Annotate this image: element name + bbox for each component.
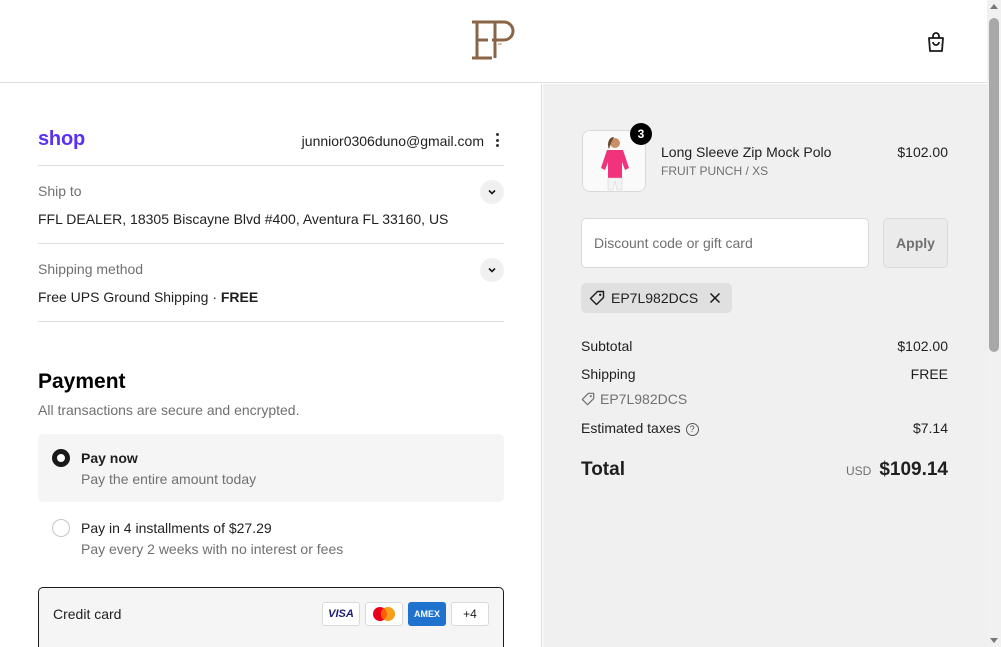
amex-icon: AMEX bbox=[408, 602, 446, 626]
discount-line-code: EP7L982DCS bbox=[600, 391, 688, 407]
pay-now-radio[interactable] bbox=[52, 449, 70, 467]
taxes-label: Estimated taxes bbox=[581, 420, 681, 436]
total-amount: USD $109.14 bbox=[846, 459, 948, 481]
chevron-down-icon bbox=[488, 189, 496, 195]
apply-discount-button[interactable]: Apply bbox=[883, 218, 948, 268]
page-scrollbar[interactable] bbox=[987, 0, 1001, 647]
order-summary: 3 Long Sleeve Zip Mock Polo FRUIT PUNCH … bbox=[543, 84, 987, 647]
tag-icon bbox=[581, 392, 595, 406]
pay-installments-subtitle: Pay every 2 weeks with no interest or fe… bbox=[81, 541, 344, 557]
divider bbox=[38, 321, 504, 322]
card-brands: VISA AMEX +4 bbox=[322, 602, 489, 626]
mastercard-icon bbox=[365, 602, 403, 626]
taxes-value: $7.14 bbox=[912, 420, 948, 436]
shop-pay-logo: shop bbox=[38, 128, 85, 150]
applied-discount-code: EP7L982DCS bbox=[611, 290, 699, 306]
tag-icon bbox=[589, 290, 605, 306]
pay-installments-option[interactable]: Pay in 4 installments of $27.29 Pay ever… bbox=[38, 504, 504, 572]
divider bbox=[38, 165, 504, 166]
close-icon[interactable] bbox=[708, 291, 722, 305]
site-header: EP bbox=[0, 0, 987, 83]
payment-heading: Payment bbox=[38, 370, 126, 393]
ship-to-address: FFL DEALER, 18305 Biscayne Blvd #400, Av… bbox=[38, 211, 449, 227]
pay-now-title: Pay now bbox=[81, 450, 138, 466]
scroll-down-arrow-icon[interactable] bbox=[990, 638, 998, 643]
shipping-method-label: Shipping method bbox=[38, 261, 144, 277]
discount-code-input[interactable] bbox=[581, 218, 869, 268]
shipping-value: FREE bbox=[910, 366, 948, 382]
chevron-down-icon bbox=[488, 267, 496, 273]
more-cards-badge: +4 bbox=[451, 602, 489, 626]
pay-now-option[interactable]: Pay now Pay the entire amount today bbox=[38, 434, 504, 502]
shipping-method-name: Free UPS Ground Shipping · bbox=[38, 289, 221, 305]
pay-installments-title: Pay in 4 installments of $27.29 bbox=[81, 520, 272, 536]
currency-code: USD bbox=[845, 464, 872, 478]
ship-to-expand-button[interactable] bbox=[480, 180, 504, 204]
pay-now-subtitle: Pay the entire amount today bbox=[81, 471, 257, 487]
discount-line: EP7L982DCS bbox=[581, 391, 687, 407]
product-price: $102.00 bbox=[897, 144, 948, 160]
payment-subtitle: All transactions are secure and encrypte… bbox=[38, 402, 300, 418]
brand-logo[interactable]: EP bbox=[468, 19, 516, 61]
scroll-up-arrow-icon[interactable] bbox=[990, 4, 998, 9]
help-icon[interactable]: ? bbox=[685, 422, 699, 436]
account-email: junnior0306duno@gmail.com bbox=[301, 133, 484, 149]
more-options-icon[interactable] bbox=[493, 133, 501, 149]
total-value: $109.14 bbox=[879, 459, 948, 480]
checkout-main: shop junnior0306duno@gmail.com Ship to F… bbox=[0, 84, 542, 647]
product-variant: FRUIT PUNCH / XS bbox=[661, 164, 769, 178]
shipping-label: Shipping bbox=[581, 366, 636, 382]
quantity-badge: 3 bbox=[630, 123, 652, 145]
subtotal-label: Subtotal bbox=[581, 338, 633, 354]
svg-text:EP: EP bbox=[498, 42, 502, 46]
ship-to-label: Ship to bbox=[38, 183, 82, 199]
visa-icon: VISA bbox=[322, 602, 360, 626]
total-label: Total bbox=[581, 459, 625, 480]
scrollbar-thumb[interactable] bbox=[989, 18, 999, 352]
credit-card-label: Credit card bbox=[53, 606, 122, 622]
shipping-method-price: FREE bbox=[220, 289, 259, 305]
shipping-method-value: Free UPS Ground Shipping · FREE bbox=[38, 289, 258, 305]
applied-discount-chip: EP7L982DCS bbox=[581, 283, 733, 313]
product-name: Long Sleeve Zip Mock Polo bbox=[661, 144, 832, 160]
subtotal-value: $102.00 bbox=[897, 338, 948, 354]
credit-card-option[interactable]: Credit card VISA AMEX +4 bbox=[38, 587, 504, 647]
shipping-method-expand-button[interactable] bbox=[480, 258, 504, 282]
divider bbox=[38, 243, 504, 244]
pay-installments-radio[interactable] bbox=[52, 519, 70, 537]
shopping-bag-icon[interactable] bbox=[924, 30, 948, 54]
taxes-row-label: Estimated taxes? bbox=[581, 420, 699, 436]
